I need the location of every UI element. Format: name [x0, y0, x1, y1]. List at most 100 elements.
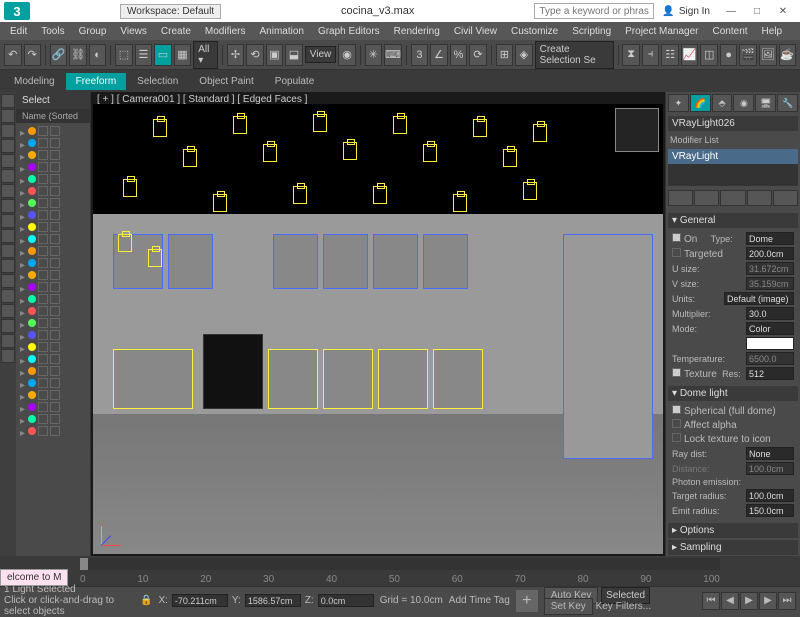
maximize-button[interactable]: □: [744, 2, 770, 20]
window-crossing-button[interactable]: ▦: [174, 44, 192, 66]
close-button[interactable]: ✕: [770, 2, 796, 20]
menu-project-manager[interactable]: Project Manager: [619, 24, 704, 39]
menu-customize[interactable]: Customize: [505, 24, 564, 39]
rollout-options-header[interactable]: ▸ Options: [668, 523, 798, 538]
left-tool-10[interactable]: [1, 244, 15, 258]
layer-row[interactable]: ▸: [18, 353, 88, 365]
curve-editor-button[interactable]: 📈: [681, 44, 699, 66]
spinner-snap-button[interactable]: ⟳: [469, 44, 487, 66]
left-tool-11[interactable]: [1, 259, 15, 273]
z-coord-field[interactable]: 0.0cm: [318, 594, 374, 607]
layer-row[interactable]: ▸: [18, 329, 88, 341]
polar-button[interactable]: ◈: [515, 44, 533, 66]
setkey-button[interactable]: Set Key: [544, 598, 593, 615]
refcoord-dropdown[interactable]: View: [305, 46, 337, 63]
left-tool-3[interactable]: [1, 139, 15, 153]
signin-button[interactable]: 👤 Sign In: [662, 6, 710, 17]
layer-row[interactable]: ▸: [18, 425, 88, 437]
render-button[interactable]: ☕: [779, 44, 797, 66]
menu-help[interactable]: Help: [756, 24, 789, 39]
ribbon-tab-freeform[interactable]: Freeform: [66, 73, 127, 90]
viewport-canvas[interactable]: [93, 104, 663, 554]
viewport-label[interactable]: [ + ] [ Camera001 ] [ Standard ] [ Edged…: [97, 94, 307, 105]
rotate-button[interactable]: ⟲: [246, 44, 264, 66]
display-tab[interactable]: 🖥: [755, 94, 776, 112]
next-frame-button[interactable]: ▶: [759, 592, 777, 610]
layer-row[interactable]: ▸: [18, 305, 88, 317]
layer-row[interactable]: ▸: [18, 341, 88, 353]
utilities-tab[interactable]: 🔧: [777, 94, 798, 112]
object-name-field[interactable]: VRayLight026: [668, 116, 798, 131]
modify-tab[interactable]: 🌈: [690, 94, 711, 112]
layer-row[interactable]: ▸: [18, 377, 88, 389]
rollout-sampling-header[interactable]: ▸ Sampling: [668, 540, 798, 555]
mode-dropdown[interactable]: Color: [746, 322, 794, 335]
goto-start-button[interactable]: ⏮: [702, 592, 720, 610]
welcome-popup[interactable]: elcome to M: [0, 569, 68, 586]
viewport[interactable]: [ + ] [ Camera001 ] [ Standard ] [ Edged…: [91, 92, 665, 556]
menu-civil-view[interactable]: Civil View: [448, 24, 503, 39]
unlink-button[interactable]: ⛓: [69, 44, 87, 66]
schematic-button[interactable]: ◫: [700, 44, 718, 66]
ribbon-tab-selection[interactable]: Selection: [127, 73, 188, 90]
menu-scripting[interactable]: Scripting: [566, 24, 617, 39]
layer-row[interactable]: ▸: [18, 389, 88, 401]
scale-button[interactable]: ▣: [266, 44, 284, 66]
menu-rendering[interactable]: Rendering: [388, 24, 446, 39]
layer-row[interactable]: ▸: [18, 137, 88, 149]
modifier-list-dropdown[interactable]: Modifier List: [666, 133, 800, 147]
raydist-dropdown[interactable]: None: [746, 447, 794, 460]
percent-snap-button[interactable]: %: [450, 44, 468, 66]
placement-button[interactable]: ⬓: [285, 44, 303, 66]
search-input[interactable]: [534, 3, 654, 19]
goto-end-button[interactable]: ⏭: [778, 592, 796, 610]
layer-row[interactable]: ▸: [18, 161, 88, 173]
layer-row[interactable]: ▸: [18, 185, 88, 197]
stack-item[interactable]: VRayLight: [668, 149, 798, 164]
rollout-general-header[interactable]: ▾ General: [668, 213, 798, 228]
spherical-checkbox[interactable]: [672, 405, 681, 414]
add-time-tag[interactable]: Add Time Tag: [449, 595, 510, 606]
create-tab[interactable]: ✦: [668, 94, 689, 112]
snap-button[interactable]: 3: [411, 44, 429, 66]
emit-radius-spinner[interactable]: 150.0cm: [746, 504, 794, 517]
show-end-button[interactable]: [694, 190, 719, 206]
hierarchy-tab[interactable]: ⬘: [712, 94, 733, 112]
left-tool-12[interactable]: [1, 274, 15, 288]
render-frame-button[interactable]: 🖼: [759, 44, 777, 66]
prev-frame-button[interactable]: ◀: [721, 592, 739, 610]
lock-icon[interactable]: 🔒: [140, 595, 152, 606]
texture-checkbox[interactable]: [672, 368, 681, 377]
layer-row[interactable]: ▸: [18, 149, 88, 161]
menu-create[interactable]: Create: [155, 24, 197, 39]
layer-row[interactable]: ▸: [18, 365, 88, 377]
ribbon-tab-object paint[interactable]: Object Paint: [189, 73, 263, 90]
setkey-big-button[interactable]: +: [516, 590, 538, 612]
menu-group[interactable]: Group: [73, 24, 113, 39]
pivot-button[interactable]: ◉: [338, 44, 356, 66]
layer-row[interactable]: ▸: [18, 281, 88, 293]
workspace-selector[interactable]: Workspace: Default: [120, 4, 221, 19]
move-button[interactable]: ✢: [227, 44, 245, 66]
ortho-button[interactable]: ⊞: [496, 44, 514, 66]
minimize-button[interactable]: —: [718, 2, 744, 20]
layer-row[interactable]: ▸: [18, 257, 88, 269]
menu-content[interactable]: Content: [707, 24, 754, 39]
pin-stack-button[interactable]: [668, 190, 693, 206]
left-tool-4[interactable]: [1, 154, 15, 168]
select-name-button[interactable]: ☰: [135, 44, 153, 66]
layer-row[interactable]: ▸: [18, 173, 88, 185]
select-rect-button[interactable]: ▭: [154, 44, 172, 66]
left-tool-8[interactable]: [1, 214, 15, 228]
scene-explorer-sort[interactable]: Name (Sorted: [16, 109, 90, 123]
layer-row[interactable]: ▸: [18, 269, 88, 281]
menu-graph-editors[interactable]: Graph Editors: [312, 24, 386, 39]
layer-row[interactable]: ▸: [18, 401, 88, 413]
alpha-checkbox[interactable]: [672, 419, 681, 428]
target-radius-spinner[interactable]: 100.0cm: [746, 489, 794, 502]
layers-button[interactable]: ☷: [661, 44, 679, 66]
left-tool-2[interactable]: [1, 124, 15, 138]
ribbon-tab-populate[interactable]: Populate: [265, 73, 324, 90]
left-tool-5[interactable]: [1, 169, 15, 183]
left-tool-6[interactable]: [1, 184, 15, 198]
